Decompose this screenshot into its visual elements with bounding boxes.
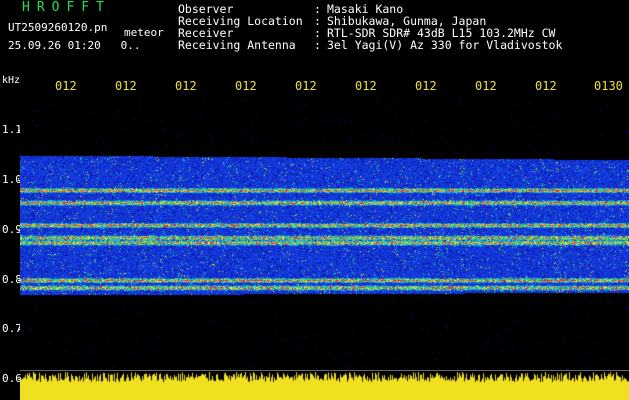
y-axis-unit: kHz: [2, 75, 21, 86]
file-datetime: 25.09.26 01:20 0..: [8, 40, 140, 51]
time-label: 0130: [594, 79, 623, 93]
datetime-value: 25.09.26 01:20: [8, 39, 101, 52]
audio-divider: [20, 370, 629, 371]
antenna-value: 3el Yagi(V) Az 330 for Vladivostok: [327, 38, 563, 52]
antenna-separator: :: [314, 38, 321, 52]
audio-level-strip: [20, 372, 629, 400]
time-label: 012: [535, 79, 557, 93]
time-label: 012: [55, 79, 77, 93]
time-label: 012: [415, 79, 437, 93]
time-label: 012: [355, 79, 377, 93]
app-title: HROFFT: [22, 0, 111, 15]
time-label: 012: [295, 79, 317, 93]
file-name: UT2509260120.pn: [8, 21, 108, 34]
time-label: 012: [235, 79, 257, 93]
time-label: 012: [175, 79, 197, 93]
file-suffix: meteor: [124, 26, 164, 39]
time-label: 012: [475, 79, 497, 93]
antenna-key: Receiving Antenna: [178, 38, 296, 52]
datetime-extra: 0..: [120, 39, 141, 52]
spectrogram: [20, 100, 629, 370]
time-label: 012: [115, 79, 137, 93]
